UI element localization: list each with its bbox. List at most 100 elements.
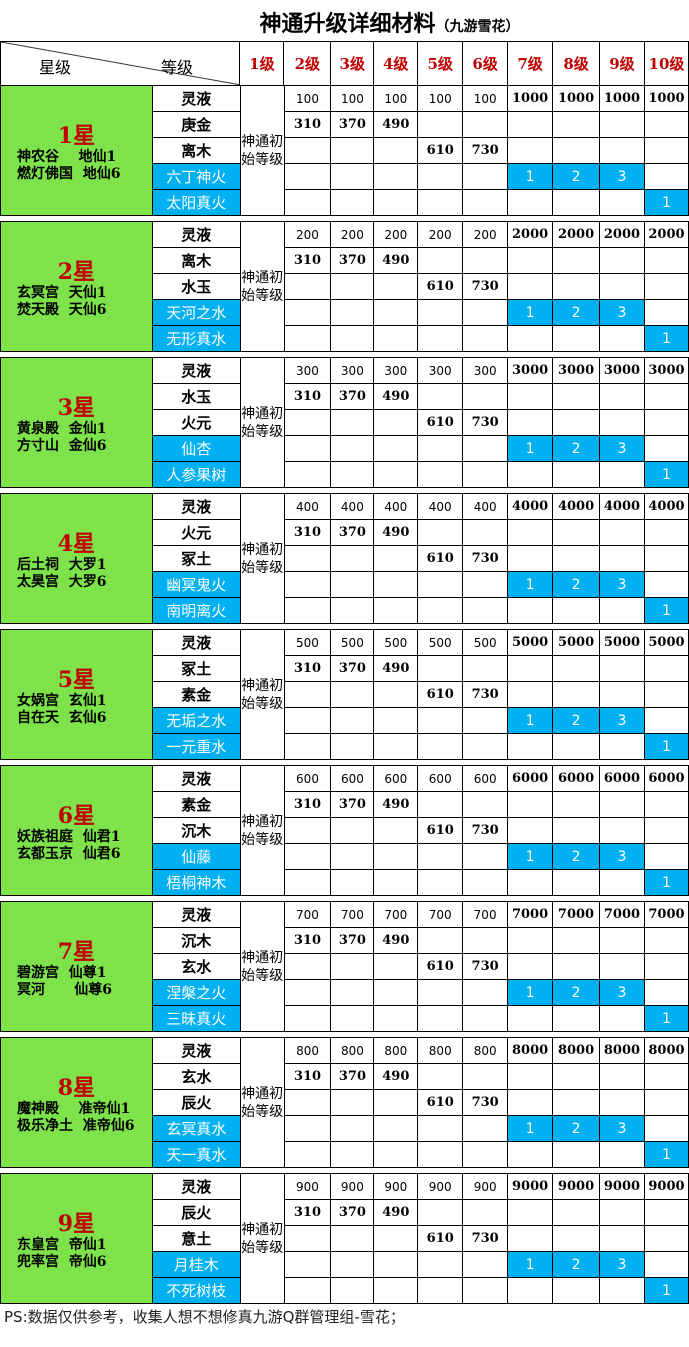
empty-cell: [283, 707, 332, 734]
material-value: 610: [417, 545, 464, 572]
empty-cell: [462, 1063, 509, 1090]
empty-cell: [283, 681, 332, 708]
empty-cell: [643, 681, 689, 708]
material-name: 灵液: [151, 1037, 241, 1064]
init-level-label: 神通初始等级: [241, 1221, 284, 1256]
init-level-label: 神通初始等级: [241, 1085, 284, 1120]
init-level-label: 神通初始等级: [241, 269, 284, 304]
liquid-value: 7000: [598, 901, 645, 928]
liquid-value: 6000: [599, 765, 645, 792]
empty-cell: [552, 817, 600, 844]
liquid-value: 200: [417, 221, 464, 248]
empty-cell: [462, 299, 509, 326]
material-value: 3: [599, 843, 645, 870]
location-1: 碧游宫 仙尊1: [17, 964, 107, 981]
init-level-cell: 神通初始等级: [239, 629, 285, 760]
material-name: 素金: [151, 791, 241, 818]
material-value: 370: [330, 791, 375, 818]
empty-cell: [373, 707, 419, 734]
empty-cell: [599, 681, 645, 708]
empty-cell: [417, 733, 464, 760]
empty-cell: [283, 461, 332, 488]
empty-cell: [462, 189, 509, 216]
init-level-cell: 神通初始等级: [239, 357, 285, 488]
liquid-value: 100: [373, 85, 419, 112]
empty-cell: [462, 325, 509, 352]
material-name: 辰火: [151, 1089, 241, 1116]
star-cell: 1星 神农谷 地仙1 燃灯佛国 地仙6: [0, 85, 153, 216]
empty-cell: [643, 163, 689, 190]
liquid-value: 3000: [507, 357, 554, 384]
liquid-value: 700: [330, 901, 375, 928]
liquid-value: 6000: [643, 765, 689, 792]
empty-cell: [373, 273, 419, 300]
init-level-label: 神通初始等级: [241, 813, 284, 848]
material-value: 1: [507, 163, 554, 190]
liquid-value: 5000: [599, 629, 645, 656]
liquid-value: 900: [462, 1173, 509, 1200]
material-value: 370: [330, 927, 375, 954]
material-name: 灵液: [151, 221, 241, 248]
empty-cell: [283, 1115, 332, 1142]
liquid-value: 9000: [552, 1173, 601, 1200]
liquid-value: 1000: [643, 85, 689, 112]
liquid-value: 1000: [599, 85, 645, 112]
empty-cell: [462, 733, 509, 760]
empty-cell: [462, 707, 509, 734]
empty-cell: [373, 137, 419, 164]
empty-cell: [330, 869, 375, 896]
empty-cell: [330, 137, 375, 164]
material-value: 1: [643, 325, 689, 352]
star-block: 3星 黄泉殿 金仙1 方寸山 金仙6 灵液 神通初始等级 300 300 300 300 300 3…: [0, 357, 689, 488]
material-name: 涅槃之火: [151, 979, 241, 1006]
init-level-cell: 神通初始等级: [239, 493, 285, 624]
liquid-value: 9000: [507, 1173, 554, 1200]
material-name: 天一真水: [151, 1141, 241, 1168]
empty-cell: [462, 247, 509, 274]
location-2: 燃灯佛国 地仙6: [17, 165, 121, 182]
location-1: 魔神殿 准帝仙1: [17, 1100, 131, 1117]
level-header: 5级: [417, 41, 464, 86]
material-value: 3: [599, 163, 645, 190]
empty-cell: [599, 519, 645, 546]
liquid-value: 100: [283, 85, 332, 112]
empty-cell: [599, 273, 645, 300]
location-2: 自在天 玄仙6: [17, 709, 107, 726]
material-value: 3: [599, 571, 645, 598]
material-value: 2: [552, 707, 601, 734]
empty-cell: [552, 519, 601, 546]
star-rank: 7星: [57, 938, 96, 965]
material-name: 灵液: [151, 357, 241, 384]
liquid-value: 600: [417, 765, 464, 792]
material-name: 幽冥鬼火: [151, 571, 241, 598]
empty-cell: [599, 325, 645, 352]
material-value: 2: [552, 1251, 601, 1278]
empty-cell: [373, 189, 419, 216]
material-name: 沉木: [151, 927, 241, 954]
liquid-value: 7000: [552, 901, 600, 928]
empty-cell: [552, 1199, 601, 1226]
material-value: 310: [283, 111, 332, 138]
empty-cell: [462, 383, 509, 410]
material-name: 火元: [151, 519, 241, 546]
level-header: 8级: [552, 41, 600, 86]
liquid-value: 9000: [643, 1173, 689, 1200]
liquid-value: 400: [462, 493, 509, 520]
empty-cell: [417, 461, 464, 488]
star-block: 2星 玄冥宫 天仙1 焚天殿 天仙6 灵液 神通初始等级 200 200 200 200 200 2…: [0, 221, 689, 352]
material-value: 490: [373, 1063, 419, 1090]
liquid-value: 300: [462, 357, 509, 384]
init-level-label: 神通初始等级: [241, 405, 284, 440]
material-name: 玄冥真水: [151, 1115, 241, 1142]
empty-cell: [599, 1089, 645, 1116]
page-title: 神通升级详细材料（九游雪花）: [0, 6, 689, 38]
empty-cell: [373, 817, 419, 844]
empty-cell: [599, 1225, 645, 1252]
empty-cell: [330, 1089, 375, 1116]
empty-cell: [462, 869, 509, 896]
empty-cell: [373, 843, 419, 870]
liquid-value: 100: [417, 85, 464, 112]
location-2: 太昊宫 大罗6: [17, 573, 107, 590]
material-value: 730: [462, 681, 509, 708]
empty-cell: [643, 545, 689, 572]
